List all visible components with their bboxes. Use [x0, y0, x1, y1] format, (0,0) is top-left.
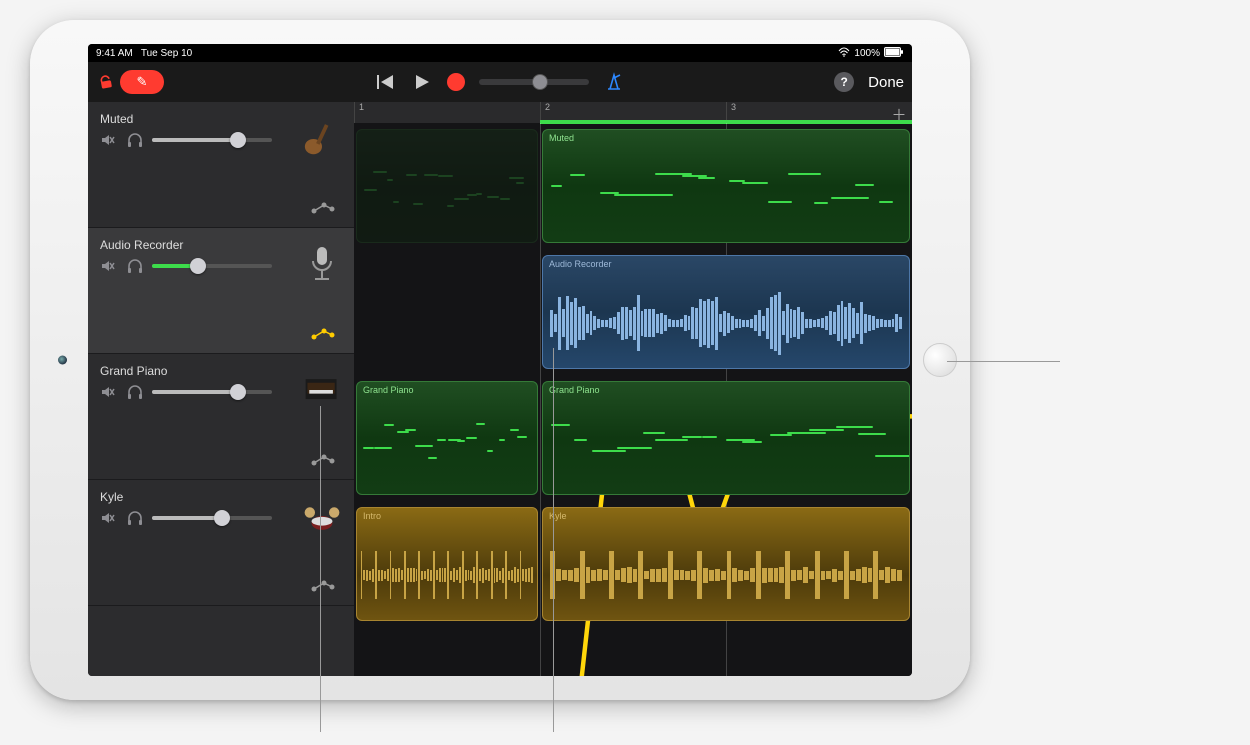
callout-line [947, 361, 1060, 362]
lock-button[interactable] [96, 72, 116, 92]
volume-slider[interactable] [152, 138, 272, 142]
region[interactable]: Intro [356, 507, 538, 621]
mute-icon[interactable] [100, 510, 116, 526]
play-button[interactable] [411, 71, 433, 93]
track-headers-panel: Muted Audio Recorder [88, 102, 354, 676]
rewind-button[interactable] [375, 71, 397, 93]
help-button[interactable]: ? [834, 72, 854, 92]
scrubber-knob[interactable] [532, 74, 548, 90]
region-label: Audio Recorder [543, 256, 909, 272]
track-lane[interactable]: Muted [354, 123, 912, 249]
workspace: Muted Audio Recorder [88, 102, 912, 676]
instrument-icon[interactable] [302, 370, 342, 410]
volume-slider[interactable] [152, 390, 272, 394]
instrument-icon[interactable] [302, 118, 342, 158]
track-lane[interactable]: Audio Recorder [354, 249, 912, 375]
home-button[interactable] [923, 343, 957, 377]
headphones-icon[interactable] [126, 258, 142, 274]
status-time: 9:41 AM [96, 48, 133, 59]
metronome-button[interactable] [603, 71, 625, 93]
region[interactable]: Grand Piano [542, 381, 910, 495]
status-left: 9:41 AM Tue Sep 10 [96, 48, 192, 59]
headphones-icon[interactable] [126, 132, 142, 148]
automation-toggle[interactable] [310, 579, 336, 593]
mute-icon[interactable] [100, 258, 116, 274]
volume-slider[interactable] [152, 516, 272, 520]
automation-toggle[interactable] [310, 453, 336, 467]
track-lane[interactable]: Grand Piano Grand Piano [354, 375, 912, 501]
main-toolbar: ✎ ? [88, 62, 912, 102]
track-header[interactable]: Kyle [88, 480, 354, 606]
front-camera [58, 356, 67, 365]
track-lanes: MutedAudio Recorder Grand PianoGrand Pia… [354, 123, 912, 676]
region[interactable] [356, 129, 538, 243]
status-right: 100% [838, 47, 904, 60]
region[interactable]: Grand Piano [356, 381, 538, 495]
automation-toggle[interactable] [310, 327, 336, 341]
screen: 9:41 AM Tue Sep 10 100% [88, 44, 912, 676]
track-lane[interactable]: Intro Kyle [354, 501, 912, 627]
headphones-icon[interactable] [126, 384, 142, 400]
wifi-icon [838, 47, 850, 60]
region-label: Kyle [543, 508, 909, 524]
edit-mode-toggle[interactable]: ✎ [120, 70, 164, 94]
position-scrubber[interactable] [479, 79, 589, 85]
mute-icon[interactable] [100, 384, 116, 400]
region[interactable]: Audio Recorder [542, 255, 910, 369]
battery-text: 100% [854, 48, 880, 59]
ruler-segment[interactable]: 1 [354, 102, 540, 123]
region-label: Grand Piano [543, 382, 909, 398]
done-button[interactable]: Done [868, 74, 904, 91]
status-date: Tue Sep 10 [141, 48, 192, 59]
track-header[interactable]: Grand Piano [88, 354, 354, 480]
region[interactable]: Kyle [542, 507, 910, 621]
battery-icon [884, 47, 904, 60]
pencil-icon: ✎ [137, 74, 148, 90]
region-label: Muted [543, 130, 909, 146]
region-label [357, 130, 537, 136]
instrument-icon[interactable] [302, 244, 342, 284]
mute-icon[interactable] [100, 132, 116, 148]
instrument-icon[interactable] [302, 496, 342, 536]
ipad-frame: 9:41 AM Tue Sep 10 100% [30, 20, 970, 700]
callout-line [320, 406, 321, 732]
callout-line [553, 348, 554, 732]
record-button[interactable] [447, 73, 465, 91]
headphones-icon[interactable] [126, 510, 142, 526]
help-icon: ? [840, 75, 847, 89]
track-header[interactable]: Audio Recorder [88, 228, 354, 354]
status-bar: 9:41 AM Tue Sep 10 100% [88, 44, 912, 62]
automation-toggle[interactable] [310, 201, 336, 215]
region[interactable]: Muted [542, 129, 910, 243]
region-label: Grand Piano [357, 382, 537, 398]
region-label: Intro [357, 508, 537, 524]
volume-slider[interactable] [152, 264, 272, 268]
track-header[interactable]: Muted [88, 102, 354, 228]
tracks-area[interactable]: 1 2 3 ＋ MutedAudio Recorder Grand PianoG… [354, 102, 912, 676]
